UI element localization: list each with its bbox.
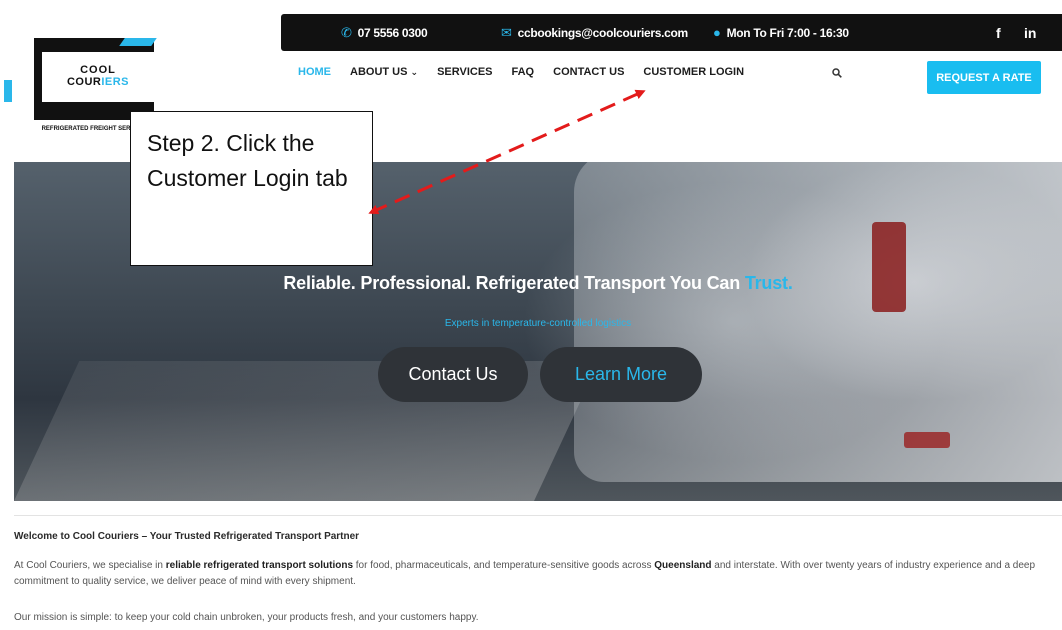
- search-icon[interactable]: [832, 68, 842, 78]
- hero-title-highlight: Trust.: [744, 273, 793, 293]
- nav-about-label: ABOUT US: [350, 66, 408, 78]
- logo-line2-a: COUR: [66, 76, 102, 88]
- section-divider: [14, 515, 1062, 516]
- nav-item-services[interactable]: SERVICES: [437, 66, 492, 82]
- email-address: ccbookings@coolcouriers.com: [517, 25, 689, 40]
- logo-accent: [119, 38, 157, 46]
- nav-item-faq[interactable]: FAQ: [512, 66, 535, 82]
- envelope-icon: ✉: [501, 24, 512, 40]
- welcome-heading: Welcome to Cool Couriers – Your Trusted …: [14, 531, 360, 542]
- p1-a: At Cool Couriers, we specialise in: [14, 560, 166, 571]
- intro-paragraph: At Cool Couriers, we specialise in relia…: [14, 558, 1054, 590]
- hero-title-main: Reliable. Professional. Refrigerated Tra…: [283, 273, 741, 293]
- logo-line2: COURIERS: [42, 76, 154, 88]
- contact-us-button[interactable]: Contact Us: [378, 347, 528, 402]
- mission-paragraph: Our mission is simple: to keep your cold…: [14, 612, 479, 623]
- nav-item-home[interactable]: HOME: [298, 66, 331, 82]
- hero-subtitle: Experts in temperature-controlled logist…: [444, 318, 632, 329]
- phone-link[interactable]: ✆ 07 5556 0300: [341, 14, 428, 51]
- p1-b: reliable refrigerated transport solution…: [165, 560, 353, 571]
- linkedin-icon[interactable]: in: [1024, 14, 1036, 51]
- instruction-callout: Step 2. Click the Customer Login tab: [130, 111, 373, 266]
- p1-d: Queensland: [654, 560, 712, 571]
- phone-number: 07 5556 0300: [357, 25, 428, 40]
- hours-text: Mon To Fri 7:00 - 16:30: [726, 25, 850, 40]
- nav-item-contact[interactable]: CONTACT US: [553, 66, 624, 82]
- p1-c: for food, pharmaceuticals, and temperatu…: [353, 560, 655, 571]
- logo-accent-bar: [4, 80, 12, 102]
- learn-more-button[interactable]: Learn More: [540, 347, 702, 402]
- contact-bar: ✆ 07 5556 0300 ✉ ccbookings@coolcouriers…: [281, 14, 1062, 51]
- logo-line1: COOL: [80, 64, 116, 76]
- van-tail-light: [872, 222, 906, 312]
- business-hours: ● Mon To Fri 7:00 - 16:30: [713, 14, 849, 51]
- van-bumper-light: [904, 432, 950, 448]
- logo-inner: COOL COURIERS: [42, 52, 154, 102]
- clock-icon: ●: [713, 25, 721, 40]
- hero-title: Reliable. Professional. Refrigerated Tra…: [14, 273, 1062, 294]
- nav-item-about[interactable]: ABOUT US ⌄: [350, 66, 418, 82]
- nav-item-customer-login[interactable]: CUSTOMER LOGIN: [643, 66, 744, 82]
- main-nav: HOME ABOUT US ⌄ SERVICES FAQ CONTACT US …: [298, 66, 744, 82]
- request-rate-button[interactable]: REQUEST A RATE: [927, 61, 1041, 94]
- site-logo[interactable]: COOL COURIERS: [34, 38, 157, 120]
- phone-icon: ✆: [341, 24, 352, 40]
- logo-line2-b: IERS: [101, 76, 130, 88]
- chevron-down-icon: ⌄: [410, 67, 419, 77]
- email-link[interactable]: ✉ ccbookings@coolcouriers.com: [501, 14, 688, 51]
- facebook-icon[interactable]: f: [996, 14, 1001, 51]
